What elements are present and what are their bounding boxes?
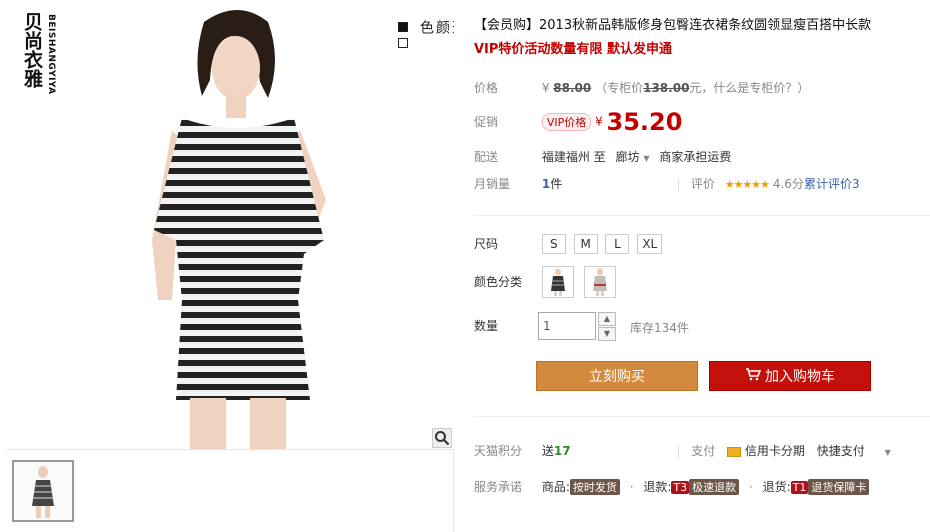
filled-square-icon xyxy=(398,22,408,32)
shipping-row: 配送 福建福州 至 廊坊 ▼ 商家承担运费 xyxy=(474,148,731,165)
buy-now-button[interactable]: 立刻购买 xyxy=(536,361,698,391)
size-option-m[interactable]: M xyxy=(573,234,598,254)
review-label: 评价 xyxy=(690,177,715,191)
chevron-down-icon: ▼ xyxy=(643,154,650,163)
promo-label: 促销 xyxy=(474,114,499,129)
divider xyxy=(474,215,930,216)
divider xyxy=(474,416,930,417)
service-item-3[interactable]: 退货: T1 退货保障卡 xyxy=(762,479,870,495)
divider xyxy=(678,178,680,191)
ship-on-time-tag: 按时发货 xyxy=(569,479,620,495)
service-row: 服务承诺 商品: 按时发货 · 退款: T3 极速退款 · 退货: T1 退货保障卡 xyxy=(474,478,870,495)
price-currency: ¥ xyxy=(541,81,550,95)
installment-option[interactable]: 信用卡分期 xyxy=(745,444,805,458)
service-return-label: 退货: xyxy=(762,480,791,494)
color-option-black[interactable] xyxy=(541,266,574,298)
size-option-s[interactable]: S xyxy=(541,234,566,254)
service-refund-label: 退款: xyxy=(643,480,672,494)
price-row: 价格 ¥ 88.00 （专柜价138.00元，什么是专柜价？） xyxy=(474,79,809,96)
size-row: 尺码 S M L XL xyxy=(474,234,666,254)
size-option-xl[interactable]: XL xyxy=(637,234,663,254)
chevron-down-icon[interactable]: ▼ xyxy=(885,448,891,457)
t3-badge: T3 xyxy=(671,481,690,494)
t1-badge: T1 xyxy=(790,481,809,494)
service-item-2[interactable]: 退款: T3 极速退款 xyxy=(643,479,743,495)
ship-to-select[interactable]: 廊坊 ▼ xyxy=(616,150,654,164)
promo-currency: ¥ xyxy=(595,114,603,129)
product-subtitle: VIP特价活动数量有限 默认发申通 xyxy=(474,42,672,57)
promo-row: 促销 VIP价格 ¥ 35.20 xyxy=(474,108,682,136)
zoom-icon[interactable] xyxy=(432,428,452,448)
optional-colors-label: 可选颜色 xyxy=(418,20,454,34)
shipping-fee: 商家承担运费 xyxy=(659,150,732,164)
review-count-link[interactable]: 累计评价3 xyxy=(804,177,860,191)
points-prefix: 送 xyxy=(541,444,554,458)
product-gallery: 贝尚衣雅 BEISHANGYIYA 颜色 xyxy=(6,0,454,532)
color-row: 颜色分类 xyxy=(474,266,622,298)
price-label: 价格 xyxy=(474,81,499,95)
service-goods-label: 商品: xyxy=(541,480,570,494)
product-thumbnail[interactable] xyxy=(12,460,74,522)
monthly-sales-unit: 件 xyxy=(550,177,563,191)
ship-to: 廊坊 xyxy=(615,150,640,164)
quantity-decrease-button[interactable]: ▼ xyxy=(598,327,616,341)
quantity-increase-button[interactable]: ▲ xyxy=(598,312,616,326)
monthly-sales-count: 1 xyxy=(541,177,551,191)
separator-dot: · xyxy=(748,480,753,494)
model-image xyxy=(152,10,326,449)
product-info: 【会员购】2013秋新品韩版修身包臀连衣裙条纹圆领显瘦百搭中长款 VIP特价活动… xyxy=(474,0,930,532)
rating-score: 4.6分 xyxy=(772,177,804,191)
service-item-1[interactable]: 商品: 按时发货 xyxy=(541,479,624,495)
points-value: 17 xyxy=(553,444,571,458)
color-option-gray[interactable] xyxy=(583,266,616,298)
cart-icon xyxy=(745,362,762,392)
product-title: 【会员购】2013秋新品韩版修身包臀连衣裙条纹圆领显瘦百搭中长款 xyxy=(474,18,872,33)
quantity-input[interactable] xyxy=(538,312,596,340)
monthly-sales-label: 月销量 xyxy=(474,177,511,191)
fast-refund-tag: 极速退款 xyxy=(689,479,740,495)
points-row: 天猫积分 送17 支付 信用卡分期 快捷支付 ▼ xyxy=(474,442,930,459)
service-label: 服务承诺 xyxy=(474,480,523,494)
quantity-label: 数量 xyxy=(474,319,499,333)
add-to-cart-label: 加入购物车 xyxy=(765,369,835,385)
sales-row: 月销量 1件 评价 ★★★★★ 4.6分累计评价3 xyxy=(474,175,860,192)
main-product-image[interactable]: 贝尚衣雅 BEISHANGYIYA 颜色 xyxy=(6,0,454,450)
empty-square-icon xyxy=(398,38,408,48)
size-option-l[interactable]: L xyxy=(605,234,630,254)
separator-dot: · xyxy=(629,480,634,494)
ship-from: 福建福州 xyxy=(541,150,590,164)
add-to-cart-button[interactable]: 加入购物车 xyxy=(709,361,871,391)
counter-price-link[interactable]: 元，什么是专柜价？） xyxy=(689,81,809,95)
vip-price-tag: VIP价格 xyxy=(541,112,592,131)
shipping-label: 配送 xyxy=(474,150,499,164)
counter-price-prefix: （专柜价 xyxy=(595,81,644,95)
promo-price: 35.20 xyxy=(606,108,683,136)
quick-pay-option[interactable]: 快捷支付 xyxy=(817,444,865,458)
stock-count: 库存134件 xyxy=(630,321,689,335)
color-label: 颜色分类 xyxy=(474,274,523,289)
ship-to-word: 至 xyxy=(593,150,606,164)
quantity-row: 数量 ▲ ▼ 库存134件 xyxy=(474,312,774,342)
divider xyxy=(678,445,680,458)
counter-price: 138.00 xyxy=(643,81,690,95)
tmall-points-label: 天猫积分 xyxy=(474,444,523,458)
original-price: 88.00 xyxy=(553,81,592,95)
payment-label: 支付 xyxy=(691,444,716,458)
rating-stars-icon: ★★★★★ xyxy=(724,178,770,191)
return-guarantee-tag: 退货保障卡 xyxy=(808,479,870,495)
credit-card-icon xyxy=(727,446,742,457)
size-label: 尺码 xyxy=(474,237,499,251)
